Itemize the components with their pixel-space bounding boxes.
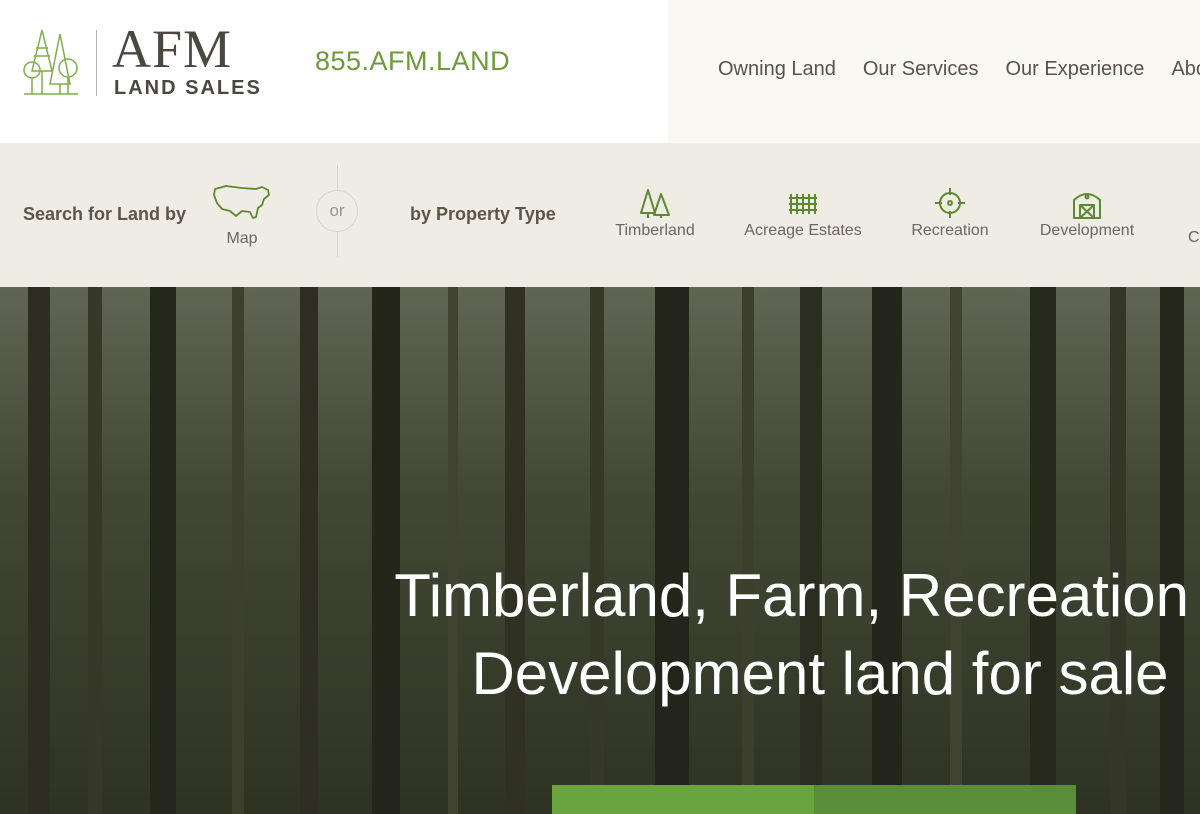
cta-button-secondary[interactable] (814, 785, 1076, 814)
land-search-bar: Search for Land by Map or by Property Ty… (0, 143, 1200, 287)
site-header: AFM LAND SALES 855.AFM.LAND Owning Land O… (0, 0, 1200, 143)
development-label: Development (1039, 222, 1135, 239)
property-type-timberland[interactable]: Timberland (612, 186, 698, 240)
crosshair-icon (935, 188, 965, 218)
or-separator: or (316, 190, 358, 232)
search-by-map-button[interactable]: Map (210, 183, 274, 248)
trees-icon (640, 189, 670, 218)
phone-number[interactable]: 855.AFM.LAND (315, 46, 510, 77)
logo-divider (96, 30, 97, 96)
hero-overlay (0, 287, 1200, 814)
hero-banner: Timberland, Farm, Recreation & Developme… (0, 287, 1200, 814)
property-type-cut-off[interactable]: C (1188, 229, 1200, 247)
property-type-recreation[interactable]: Recreation (906, 186, 994, 240)
hero-headline: Timberland, Farm, Recreation & Developme… (0, 557, 1200, 713)
hero-headline-line1: Timberland, Farm, Recreation & (394, 562, 1200, 629)
header-brand-area: AFM LAND SALES 855.AFM.LAND (0, 0, 668, 143)
barn-icon (1073, 193, 1101, 219)
acreage-estates-label: Acreage Estates (744, 222, 862, 239)
cta-button-primary[interactable] (552, 785, 814, 814)
property-type-development[interactable]: Development (1036, 186, 1138, 240)
nav-owning-land[interactable]: Owning Land (718, 58, 836, 81)
timberland-label: Timberland (615, 222, 695, 239)
property-type-acreage-estates[interactable]: Acreage Estates (744, 186, 862, 240)
recreation-label: Recreation (911, 222, 989, 239)
main-nav: Owning Land Our Services Our Experience Abo… (718, 58, 1200, 81)
nav-our-experience[interactable]: Our Experience (1005, 58, 1144, 81)
logo-title[interactable]: AFM (112, 22, 232, 76)
property-type-label: by Property Type (410, 204, 556, 224)
usa-map-icon (213, 185, 270, 219)
nav-our-services[interactable]: Our Services (863, 58, 979, 81)
hero-headline-line2: Development land for sale (471, 640, 1169, 707)
nav-about[interactable]: Abou (1171, 58, 1200, 81)
fence-icon (789, 194, 817, 214)
map-label: Map (226, 230, 258, 247)
search-label: Search for Land by (23, 204, 187, 224)
logo-subtitle[interactable]: LAND SALES (114, 77, 262, 100)
tree-logo-icon (23, 29, 78, 95)
